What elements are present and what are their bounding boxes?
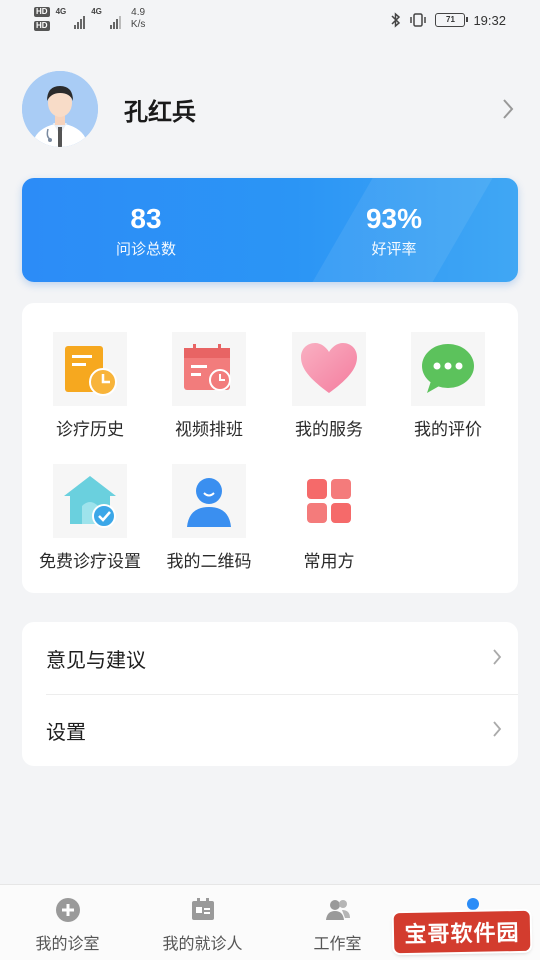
feature-video-schedule[interactable]: 视频排班: [147, 332, 271, 440]
grid-squares-icon: [307, 479, 351, 523]
calendar-clock-icon: [184, 344, 231, 391]
feature-grid: 诊疗历史 视频排班 我的服务 我的评价 免费诊疗设置 我的二维码 常用方: [22, 303, 518, 593]
feature-diagnosis-history[interactable]: 诊疗历史: [28, 332, 152, 440]
consultation-total-stat[interactable]: 83 问诊总数: [46, 202, 246, 259]
plus-circle-icon: [55, 898, 80, 922]
tab-my-patients[interactable]: 我的就诊人: [135, 895, 270, 954]
list-item-settings[interactable]: 设置: [22, 694, 518, 766]
doctor-name: 孔红兵: [124, 97, 196, 126]
feature-my-reviews[interactable]: 我的评价: [386, 332, 510, 440]
chevron-right-icon: [493, 649, 502, 665]
watermark: 宝哥软件园: [393, 910, 531, 954]
feature-my-services[interactable]: 我的服务: [267, 332, 391, 440]
signal-icon: [74, 11, 86, 29]
clock: 19:32: [473, 12, 506, 28]
feature-my-qr-code[interactable]: 我的二维码: [147, 464, 271, 572]
tab-studio[interactable]: 工作室: [270, 895, 405, 954]
doctor-avatar-icon: [22, 71, 98, 147]
status-bar: HD HD 4G 4G 4.9 K/s 71 19:32: [0, 0, 540, 44]
network-type: 4G: [55, 7, 67, 16]
avatar[interactable]: [22, 71, 98, 147]
vibrate-icon: [410, 13, 427, 27]
hd-badge: HD: [34, 7, 50, 17]
stats-card: 83 问诊总数 93% 好评率: [22, 178, 518, 282]
profile-header[interactable]: 孔红兵: [22, 70, 518, 148]
chat-bubble-icon: [422, 344, 474, 393]
chevron-right-icon: [493, 721, 502, 737]
person-icon: [187, 478, 231, 527]
list-item-feedback[interactable]: 意见与建议: [22, 622, 518, 694]
feature-free-consultation-settings[interactable]: 免费诊疗设置: [28, 464, 152, 572]
clock-document-icon: [65, 346, 117, 396]
people-icon: [325, 900, 350, 920]
heart-icon: [301, 343, 357, 393]
network-speed: 4.9 K/s: [130, 7, 146, 30]
network-type: 4G: [91, 7, 102, 16]
feature-common-prescriptions[interactable]: 常用方: [267, 464, 391, 572]
battery-icon: 71: [435, 13, 469, 27]
tab-my-clinic[interactable]: 我的诊室: [0, 895, 135, 954]
settings-list: 意见与建议 设置: [22, 622, 518, 766]
bluetooth-icon: [391, 12, 401, 28]
positive-rate-stat[interactable]: 93% 好评率: [294, 202, 494, 259]
chevron-right-icon[interactable]: [502, 98, 514, 120]
id-card-icon: [191, 898, 214, 920]
house-check-icon: [64, 476, 116, 528]
signal-icon: [109, 11, 121, 29]
hd-badge: HD: [34, 21, 50, 31]
